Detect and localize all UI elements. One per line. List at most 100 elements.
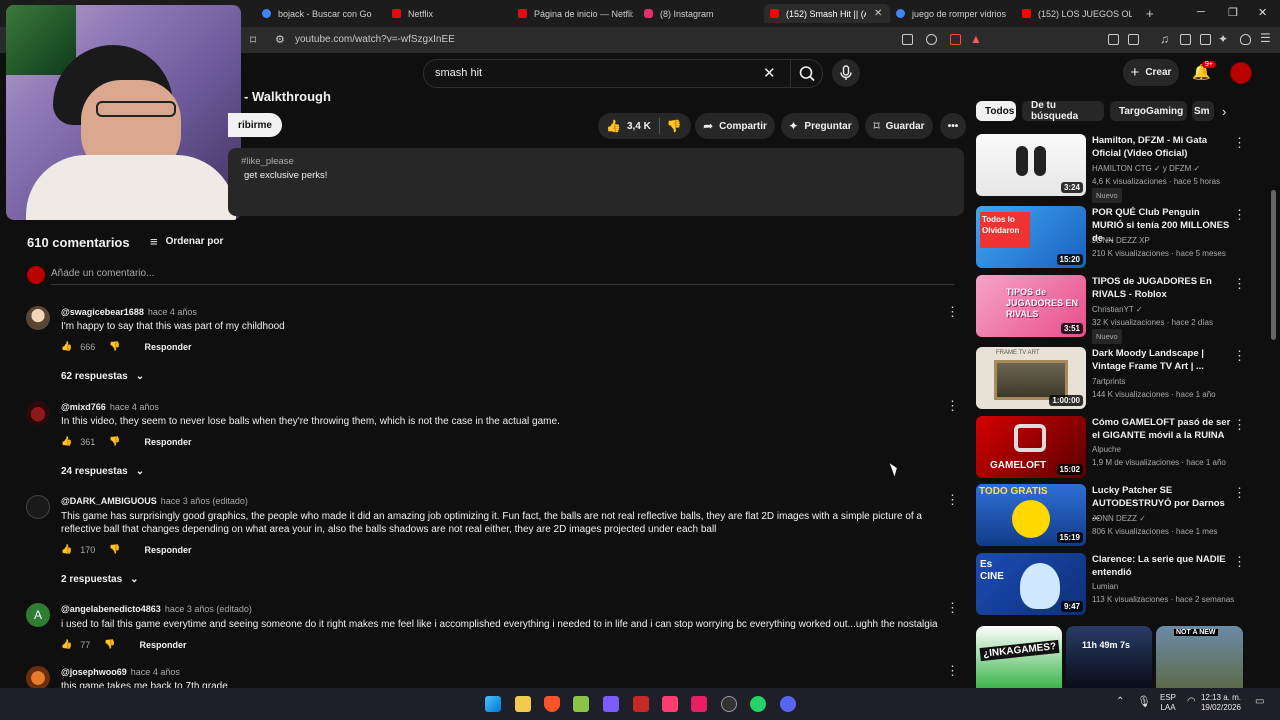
close-window-icon[interactable]: ✕: [1258, 6, 1267, 19]
reply-button[interactable]: Responder: [139, 640, 186, 650]
indesign-icon[interactable]: [662, 696, 678, 712]
create-button[interactable]: + Crear: [1123, 59, 1179, 86]
dislike-icon[interactable]: 👎: [109, 436, 120, 447]
tab-juego-romper[interactable]: juego de romper vidrios c: [896, 4, 1006, 23]
view-replies-button[interactable]: 24 respuestas ⌄: [61, 466, 144, 477]
sidebar-toggle-icon[interactable]: [1180, 34, 1191, 45]
discord-icon[interactable]: [780, 696, 796, 712]
video-title[interactable]: Cómo GAMELOFT pasó de ser el GIGANTE móv…: [1092, 416, 1232, 442]
video-thumbnail[interactable]: GAMELOFT 15:02: [976, 416, 1086, 478]
search-input[interactable]: smash hit: [435, 67, 482, 79]
description-hashtag[interactable]: #like_please: [241, 156, 294, 167]
page-scrollbar[interactable]: [1271, 190, 1276, 340]
dislike-icon[interactable]: 👎: [104, 639, 115, 650]
chevron-right-icon[interactable]: ›: [1222, 104, 1226, 119]
video-channel[interactable]: HAMILTON CTG ✓ y DFZM ✓: [1092, 162, 1200, 175]
short-thumbnail[interactable]: ¿INKAGAMES?: [976, 626, 1062, 688]
video-thumbnail[interactable]: 3:24: [976, 134, 1086, 196]
brave-icon[interactable]: [544, 696, 560, 712]
view-replies-button[interactable]: 2 respuestas ⌄: [61, 574, 139, 585]
bookmark-icon[interactable]: ⌑: [250, 33, 256, 47]
wallet-icon[interactable]: [1200, 34, 1211, 45]
share-page-icon[interactable]: [926, 34, 937, 45]
ask-button[interactable]: ✦ Preguntar: [781, 113, 859, 139]
dislike-icon[interactable]: 👎: [109, 544, 120, 555]
brave-shield-icon[interactable]: [950, 34, 961, 45]
video-channel[interactable]: Lumian: [1092, 580, 1118, 593]
video-thumbnail[interactable]: FRAME TV ART 1:00:00: [976, 347, 1086, 409]
more-actions-button[interactable]: •••: [940, 113, 966, 139]
video-thumbnail[interactable]: TODO GRATIS 15:19: [976, 484, 1086, 546]
video-menu-icon[interactable]: ⋮: [1233, 276, 1246, 292]
video-title[interactable]: Dark Moody Landscape | Vintage Frame TV …: [1092, 347, 1232, 373]
comment-avatar[interactable]: [26, 495, 50, 519]
reply-button[interactable]: Responder: [144, 342, 191, 352]
brave-rewards-icon[interactable]: ▲: [970, 32, 982, 46]
vpn-icon[interactable]: [1240, 34, 1251, 45]
video-channel[interactable]: 7artprints: [1092, 375, 1125, 388]
comment-menu-icon[interactable]: ⋮: [946, 492, 959, 508]
video-title[interactable]: Clarence: La serie que NADIE entendió: [1092, 553, 1232, 579]
like-icon[interactable]: 👍: [61, 639, 72, 650]
reply-button[interactable]: Responder: [144, 545, 191, 555]
save-button[interactable]: ⌑ Guardar: [865, 113, 933, 139]
store-icon[interactable]: [573, 696, 589, 712]
indesign-icon-2[interactable]: [691, 696, 707, 712]
tab-instagram[interactable]: (8) Instagram: [644, 4, 754, 23]
video-menu-icon[interactable]: ⋮: [1233, 485, 1246, 501]
chip-targogaming[interactable]: TargoGaming: [1110, 101, 1187, 121]
like-icon[interactable]: 👍: [61, 544, 72, 555]
comment-author[interactable]: @angelabenedicto4863 hace 3 años (editado…: [61, 604, 252, 614]
dislike-icon[interactable]: 👎: [109, 341, 120, 352]
cast-icon[interactable]: [902, 34, 913, 45]
video-title[interactable]: TIPOS de JUGADORES En RIVALS - Roblox: [1092, 275, 1232, 301]
video-menu-icon[interactable]: ⋮: [1233, 135, 1246, 151]
view-replies-button[interactable]: 62 respuestas ⌄: [61, 371, 144, 382]
comment-author[interactable]: @DARK_AMBIGUOUS hace 3 años (editado): [61, 496, 248, 506]
video-menu-icon[interactable]: ⋮: [1233, 554, 1246, 570]
comment-avatar[interactable]: A: [26, 603, 50, 627]
comment-menu-icon[interactable]: ⋮: [946, 600, 959, 616]
tab-google-bojack[interactable]: bojack - Buscar con Googl: [262, 4, 372, 23]
tab-netflix-home[interactable]: Página de inicio — Netflix: [518, 4, 633, 23]
like-icon[interactable]: 👍: [61, 341, 72, 352]
discord-alt-icon[interactable]: [603, 696, 619, 712]
language-indicator[interactable]: ESP LAA: [1160, 693, 1176, 713]
minimize-icon[interactable]: ─: [1197, 6, 1205, 18]
tab-juegos-olvidados[interactable]: (152) LOS JUEGOS OLVID: [1022, 4, 1132, 23]
add-comment-input[interactable]: Añade un comentario...: [51, 268, 154, 279]
video-thumbnail[interactable]: TIPOS de JUGADORES EN RIVALS 3:51: [976, 275, 1086, 337]
account-avatar[interactable]: [1230, 62, 1252, 84]
tab-smash-hit-active[interactable]: (152) Smash Hit || (An ✕: [764, 4, 890, 23]
reply-button[interactable]: Responder: [144, 437, 191, 447]
ai-icon[interactable]: ✦: [1218, 32, 1228, 46]
notification-center-icon[interactable]: ▭: [1255, 696, 1264, 707]
video-thumbnail[interactable]: Es CINE 9:47: [976, 553, 1086, 615]
extensions-icon[interactable]: [1108, 34, 1119, 45]
video-channel[interactable]: JONN DEZZ XP: [1092, 234, 1150, 247]
comment-menu-icon[interactable]: ⋮: [946, 398, 959, 414]
video-thumbnail[interactable]: Todos lo Olvidaron 15:20: [976, 206, 1086, 268]
short-thumbnail[interactable]: NOT A NEW: [1156, 626, 1243, 688]
video-editor-icon[interactable]: [633, 696, 649, 712]
media-icon[interactable]: ♫: [1160, 32, 1169, 46]
clear-search-icon[interactable]: ✕: [763, 64, 776, 82]
dislike-icon[interactable]: 👎: [667, 119, 682, 133]
voice-search-button[interactable]: [832, 59, 860, 87]
menu-icon[interactable]: ☰: [1260, 31, 1271, 45]
windows-start-icon[interactable]: [485, 696, 501, 712]
video-channel[interactable]: ChristianYT ✓: [1092, 303, 1143, 316]
like-icon[interactable]: 👍: [61, 436, 72, 447]
chip-from-search[interactable]: De tu búsqueda: [1022, 100, 1104, 122]
new-tab-button[interactable]: +: [1146, 4, 1158, 23]
video-title[interactable]: Hamilton, DFZM - Mi Gata Oficial (Video …: [1092, 134, 1232, 160]
comment-author[interactable]: @swagicebear1688 hace 4 años: [61, 307, 197, 317]
chevron-up-icon[interactable]: ⌃: [1116, 696, 1124, 707]
file-explorer-icon[interactable]: [515, 696, 531, 712]
comment-avatar[interactable]: [26, 401, 50, 425]
short-thumbnail[interactable]: 11h 49m 7s: [1066, 626, 1152, 688]
subscribe-button[interactable]: ribirme: [228, 113, 282, 137]
notifications-button[interactable]: 🔔 9+: [1192, 61, 1216, 81]
clock[interactable]: 12:13 a. m. 19/02/2026: [1199, 693, 1241, 713]
video-menu-icon[interactable]: ⋮: [1233, 417, 1246, 433]
